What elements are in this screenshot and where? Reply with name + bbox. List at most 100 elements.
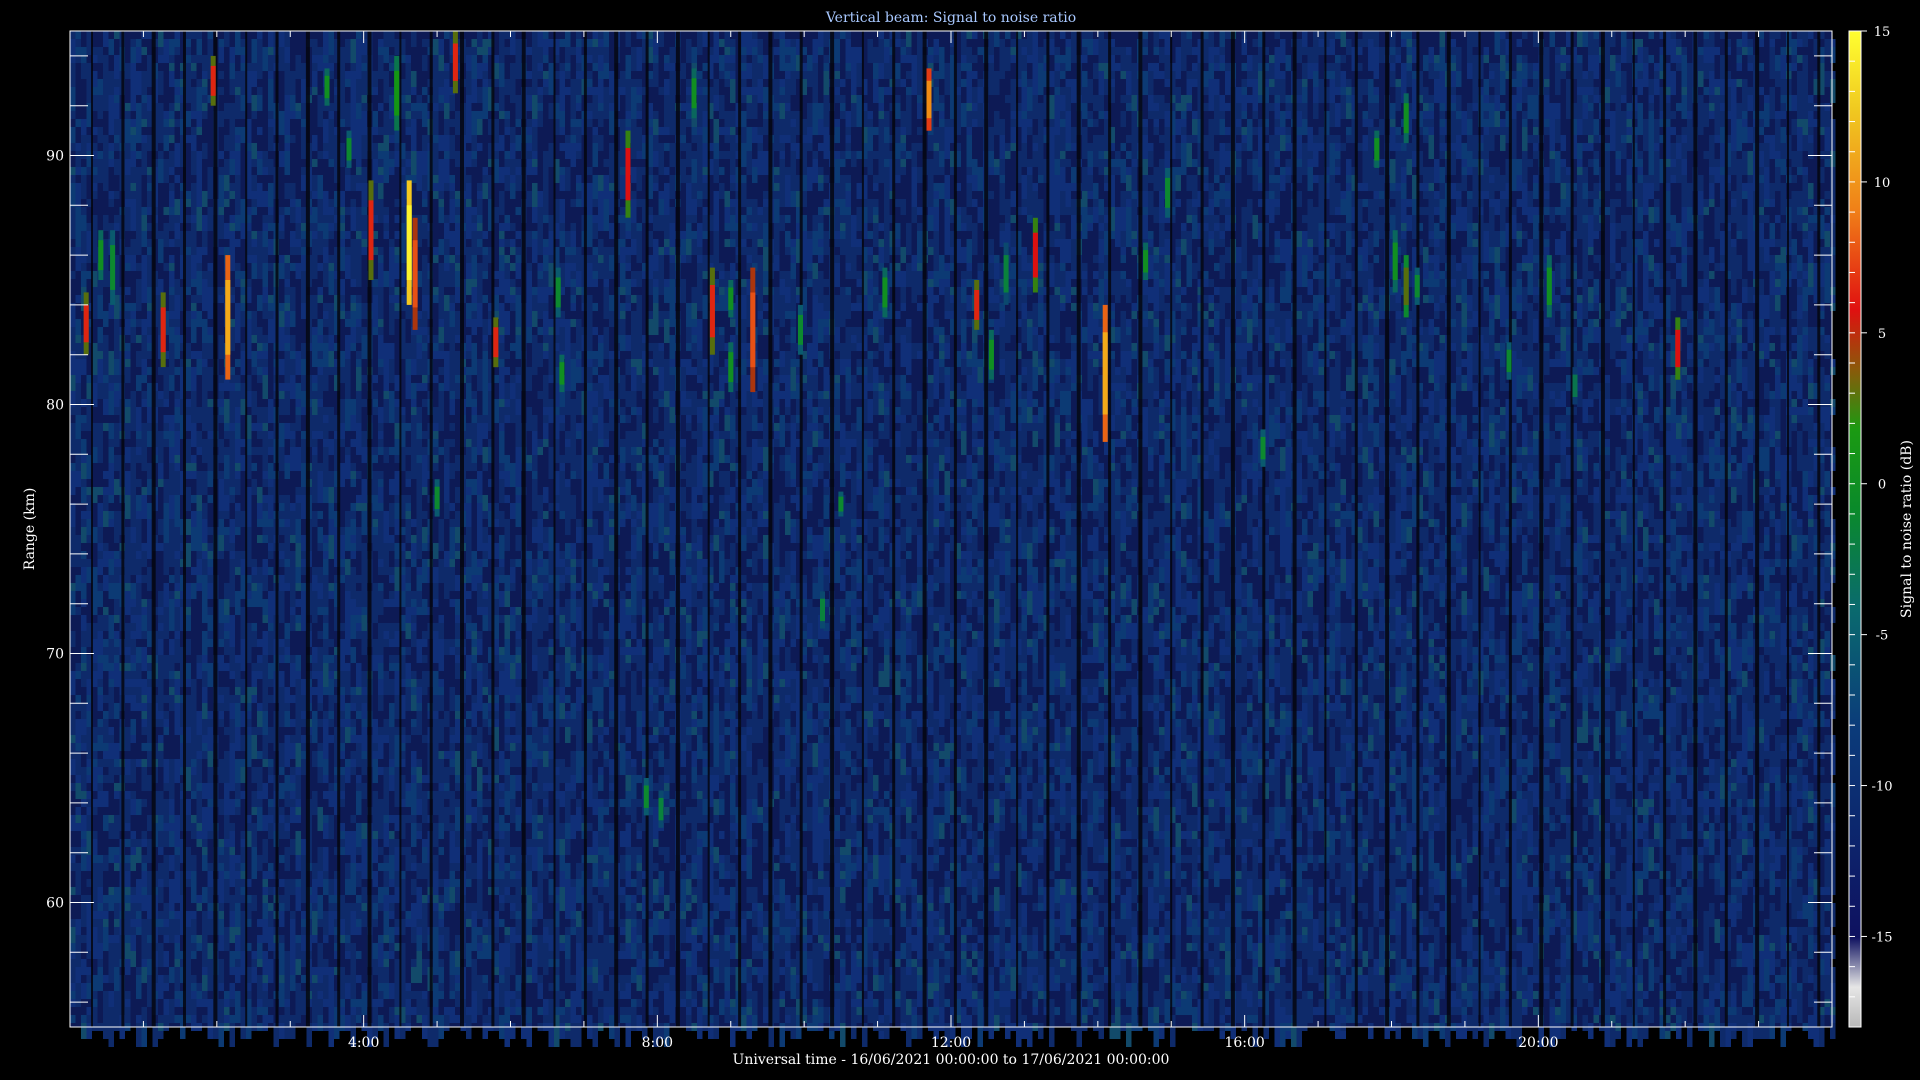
noise-cell xyxy=(76,207,82,231)
noise-cell xyxy=(175,863,181,871)
noise-cell xyxy=(109,887,115,895)
noise-cell xyxy=(296,983,302,999)
noise-cell xyxy=(351,399,357,415)
noise-cell xyxy=(499,327,505,335)
noise-cell xyxy=(362,351,368,359)
noise-cell xyxy=(114,95,120,103)
noise-cell xyxy=(219,871,225,887)
noise-cell xyxy=(219,687,225,695)
noise-cell xyxy=(323,151,329,159)
noise-cell xyxy=(142,447,148,471)
noise-cell xyxy=(279,711,285,727)
noise-cell xyxy=(323,879,329,895)
noise-cell xyxy=(329,439,335,455)
noise-cell xyxy=(114,423,120,447)
noise-cell xyxy=(147,63,153,87)
noise-cell xyxy=(98,695,104,711)
noise-cell xyxy=(268,863,274,871)
noise-cell xyxy=(175,631,181,639)
noise-cell xyxy=(362,71,368,95)
noise-cell xyxy=(323,439,329,447)
noise-cell xyxy=(296,679,302,687)
noise-cell xyxy=(279,855,285,863)
noise-cell xyxy=(219,487,225,495)
noise-cell xyxy=(340,119,346,127)
noise-cell xyxy=(345,407,351,431)
noise-cell xyxy=(263,743,269,759)
noise-cell xyxy=(230,727,236,743)
noise-cell xyxy=(329,159,335,167)
noise-cell xyxy=(252,631,258,647)
noise-cell xyxy=(98,871,104,887)
noise-cell xyxy=(516,119,522,127)
noise-cell xyxy=(142,647,148,671)
noise-cell xyxy=(142,47,148,55)
noise-cell xyxy=(312,87,318,95)
noise-cell xyxy=(114,935,120,943)
noise-cell xyxy=(175,487,181,495)
noise-cell xyxy=(208,279,214,287)
noise-cell xyxy=(466,943,472,967)
noise-cell xyxy=(351,615,357,639)
noise-cell xyxy=(510,239,516,247)
noise-cell xyxy=(263,783,269,799)
noise-cell xyxy=(70,375,76,391)
noise-cell xyxy=(417,535,423,559)
noise-cell xyxy=(483,615,489,631)
noise-cell xyxy=(230,967,236,975)
noise-cell xyxy=(378,407,384,423)
noise-cell xyxy=(411,335,417,359)
noise-cell xyxy=(76,575,82,591)
noise-cell xyxy=(323,719,329,743)
noise-cell xyxy=(477,567,483,575)
noise-cell xyxy=(70,639,76,647)
noise-cell xyxy=(136,879,142,887)
noise-cell xyxy=(505,959,511,967)
noise-cell xyxy=(114,87,120,95)
noise-cell xyxy=(351,719,357,727)
noise-cell xyxy=(378,295,384,311)
noise-cell xyxy=(444,639,450,655)
noise-cell xyxy=(175,647,181,663)
noise-cell xyxy=(472,255,478,279)
noise-cell xyxy=(169,887,175,911)
noise-cell xyxy=(395,639,401,647)
noise-cell xyxy=(290,447,296,471)
noise-cell xyxy=(301,759,307,775)
noise-cell xyxy=(318,463,324,471)
noise-cell xyxy=(301,207,307,215)
noise-cell xyxy=(191,1007,197,1015)
noise-cell xyxy=(483,423,489,439)
noise-cell xyxy=(340,839,346,847)
noise-cell xyxy=(202,519,208,535)
noise-cell xyxy=(109,351,115,375)
noise-cell xyxy=(466,319,472,327)
noise-cell xyxy=(131,479,137,495)
noise-cell xyxy=(505,47,511,55)
noise-cell xyxy=(477,495,483,503)
noise-cell xyxy=(323,999,329,1007)
noise-cell xyxy=(186,79,192,103)
noise-cell xyxy=(345,759,351,767)
noise-cell xyxy=(252,423,258,431)
noise-cell xyxy=(362,527,368,535)
noise-cell xyxy=(219,87,225,95)
noise-cell xyxy=(356,207,362,231)
noise-cell xyxy=(125,959,131,975)
noise-cell xyxy=(103,511,109,527)
noise-cell xyxy=(417,991,423,1015)
noise-cell xyxy=(351,999,357,1007)
noise-cell xyxy=(296,743,302,767)
noise-cell xyxy=(219,503,225,511)
noise-cell xyxy=(378,343,384,351)
noise-cell xyxy=(499,399,505,407)
noise-cell xyxy=(340,223,346,231)
noise-cell xyxy=(362,191,368,207)
noise-cell xyxy=(483,375,489,391)
noise-cell xyxy=(224,583,230,599)
noise-cell xyxy=(466,631,472,639)
noise-cell xyxy=(312,447,318,455)
noise-cell xyxy=(224,175,230,191)
noise-cell xyxy=(345,511,351,527)
noise-cell xyxy=(323,311,329,319)
